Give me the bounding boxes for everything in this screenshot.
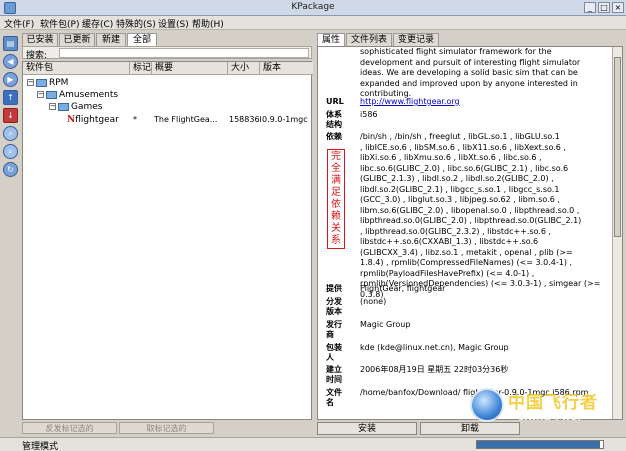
- prop-url-value: http://www.flightgear.org: [360, 97, 610, 108]
- collapse-icon[interactable]: −: [27, 79, 34, 86]
- tree-label: RPM: [49, 78, 69, 88]
- package-mark[interactable]: *: [133, 115, 151, 124]
- find-package-icon[interactable]: ⌕: [3, 126, 18, 141]
- open-icon[interactable]: ▤: [3, 36, 18, 51]
- menu-settings[interactable]: 设置(S): [158, 17, 189, 30]
- mark-buttons: 反发标记选的 取标记选的: [22, 422, 312, 434]
- collapse-icon[interactable]: −: [37, 91, 44, 98]
- reload-icon[interactable]: ↻: [3, 162, 18, 177]
- maximize-button[interactable]: □: [598, 2, 610, 13]
- prop-distro-label: 分发 版本: [326, 297, 342, 316]
- column-package[interactable]: 软件包: [23, 62, 130, 75]
- minimize-button[interactable]: _: [584, 2, 596, 13]
- package-size: 158836K: [229, 115, 261, 124]
- tree-item-games[interactable]: − Games: [49, 102, 102, 112]
- prop-provides-value: FlightGear, flightgear: [360, 284, 446, 293]
- package-version: 0.9.0-1mgc: [262, 115, 308, 124]
- prop-vendor-value: Magic Group: [360, 320, 411, 329]
- tab-installed[interactable]: 已安装: [22, 33, 58, 46]
- package-summary: The FlightGea...: [154, 115, 218, 124]
- folder-icon: [58, 102, 69, 111]
- prop-deps-value: /bin/sh , /bin/sh , freeglut , libGL.so.…: [360, 132, 601, 299]
- column-mark[interactable]: 标记: [130, 62, 152, 75]
- tab-changelog[interactable]: 变更记录: [393, 33, 439, 46]
- side-toolbar: ▤ ◀ ▶ ↑ ↓ ⌕ ⌕ ↻: [2, 36, 20, 177]
- tree-item-amusements[interactable]: − Amusements: [37, 90, 118, 100]
- unmark-button[interactable]: 取标记选的: [119, 422, 214, 434]
- package-filter-tabs: 已安装 已更新 新建 全部: [22, 33, 312, 47]
- search-input[interactable]: [59, 48, 309, 58]
- status-text: 管理模式: [22, 442, 59, 451]
- collapse-icon[interactable]: −: [49, 103, 56, 110]
- prop-arch-label: 体系 结构: [326, 110, 342, 129]
- forward-icon[interactable]: ▶: [3, 72, 18, 87]
- package-list[interactable]: 软件包 标记 概要 大小 版本 − RPM − Amusements − Games …: [22, 61, 313, 420]
- column-version[interactable]: 版本: [260, 62, 313, 75]
- find-file-icon[interactable]: ⌕: [3, 144, 18, 159]
- prop-distro-value: (none): [360, 297, 387, 306]
- menu-help[interactable]: 帮助(H): [192, 17, 224, 30]
- menu-file[interactable]: 文件(F): [4, 17, 34, 30]
- prop-arch-value: i586: [360, 110, 378, 119]
- tab-new[interactable]: 新建: [96, 33, 126, 46]
- scrollbar-thumb[interactable]: [614, 57, 621, 237]
- prop-description: sophisticated flight simulator framework…: [360, 47, 581, 98]
- column-summary[interactable]: 概要: [152, 62, 228, 75]
- install-button[interactable]: 安装: [317, 422, 417, 435]
- prop-build-label: 建立 时间: [326, 365, 342, 384]
- prop-file-label: 文件 名: [326, 388, 342, 407]
- watermark-subtext: China Flier: [516, 410, 583, 423]
- tree-label: Games: [71, 102, 103, 112]
- package-name: Nflightgear: [67, 115, 119, 125]
- watermark-logo: 中国飞行者 China Flier: [470, 384, 620, 432]
- close-button[interactable]: ×: [612, 2, 624, 13]
- tab-updated[interactable]: 已更新: [59, 33, 95, 46]
- prop-url-label: URL: [326, 97, 344, 106]
- detail-tabs: 属性 文件列表 变更记录: [317, 33, 623, 47]
- tab-all[interactable]: 全部: [127, 33, 157, 47]
- progress-fill: [477, 441, 601, 448]
- homepage-link[interactable]: http://www.flightgear.org: [360, 97, 460, 106]
- vertical-scrollbar[interactable]: [612, 47, 622, 419]
- table-row[interactable]: Nflightgear * The FlightGea... 158836K 0…: [23, 114, 311, 126]
- folder-icon: [46, 90, 57, 99]
- rpm-package-icon: N: [67, 115, 76, 125]
- tree-label: Amusements: [59, 90, 119, 100]
- uninstall-icon[interactable]: ↓: [3, 108, 18, 123]
- prop-vendor-label: 发行 商: [326, 320, 342, 339]
- prop-packager-label: 包装 人: [326, 343, 342, 362]
- prop-deps-label: 依赖: [326, 132, 342, 141]
- menu-bar: 文件(F) 软件包(P) 缓存(C) 特殊的(S) 设置(S) 帮助(H): [0, 16, 626, 30]
- globe-icon: [470, 388, 504, 422]
- status-bar: 管理模式: [0, 437, 626, 451]
- search-bar: 搜索:: [22, 46, 312, 61]
- window-title: KPackage: [291, 2, 335, 12]
- tab-properties[interactable]: 属性: [317, 33, 345, 47]
- install-icon[interactable]: ↑: [3, 90, 18, 105]
- title-bar: KPackage _ □ ×: [0, 0, 626, 16]
- menu-cache[interactable]: 缓存(C): [82, 17, 113, 30]
- properties-pane[interactable]: sophisticated flight simulator framework…: [317, 46, 623, 420]
- menu-special[interactable]: 特殊的(S): [116, 17, 156, 30]
- column-size[interactable]: 大小: [228, 62, 260, 75]
- progress-bar: [476, 440, 604, 449]
- search-label: 搜索:: [26, 51, 48, 61]
- prop-packager-value: kde (kde@linux.net.cn), Magic Group: [360, 343, 509, 352]
- folder-icon: [36, 78, 47, 87]
- prop-provides-label: 提供: [326, 284, 342, 293]
- toggle-mark-button[interactable]: 反发标记选的: [22, 422, 117, 434]
- tab-file-list[interactable]: 文件列表: [346, 33, 392, 46]
- back-icon[interactable]: ◀: [3, 54, 18, 69]
- prop-build-value: 2006年08月19日 星期五 22时03分36秒: [360, 365, 509, 374]
- deps-satisfied-stamp: 完全满足依赖关系: [327, 149, 345, 249]
- tree-item-rpm[interactable]: − RPM: [27, 78, 68, 88]
- menu-package[interactable]: 软件包(P): [40, 17, 79, 30]
